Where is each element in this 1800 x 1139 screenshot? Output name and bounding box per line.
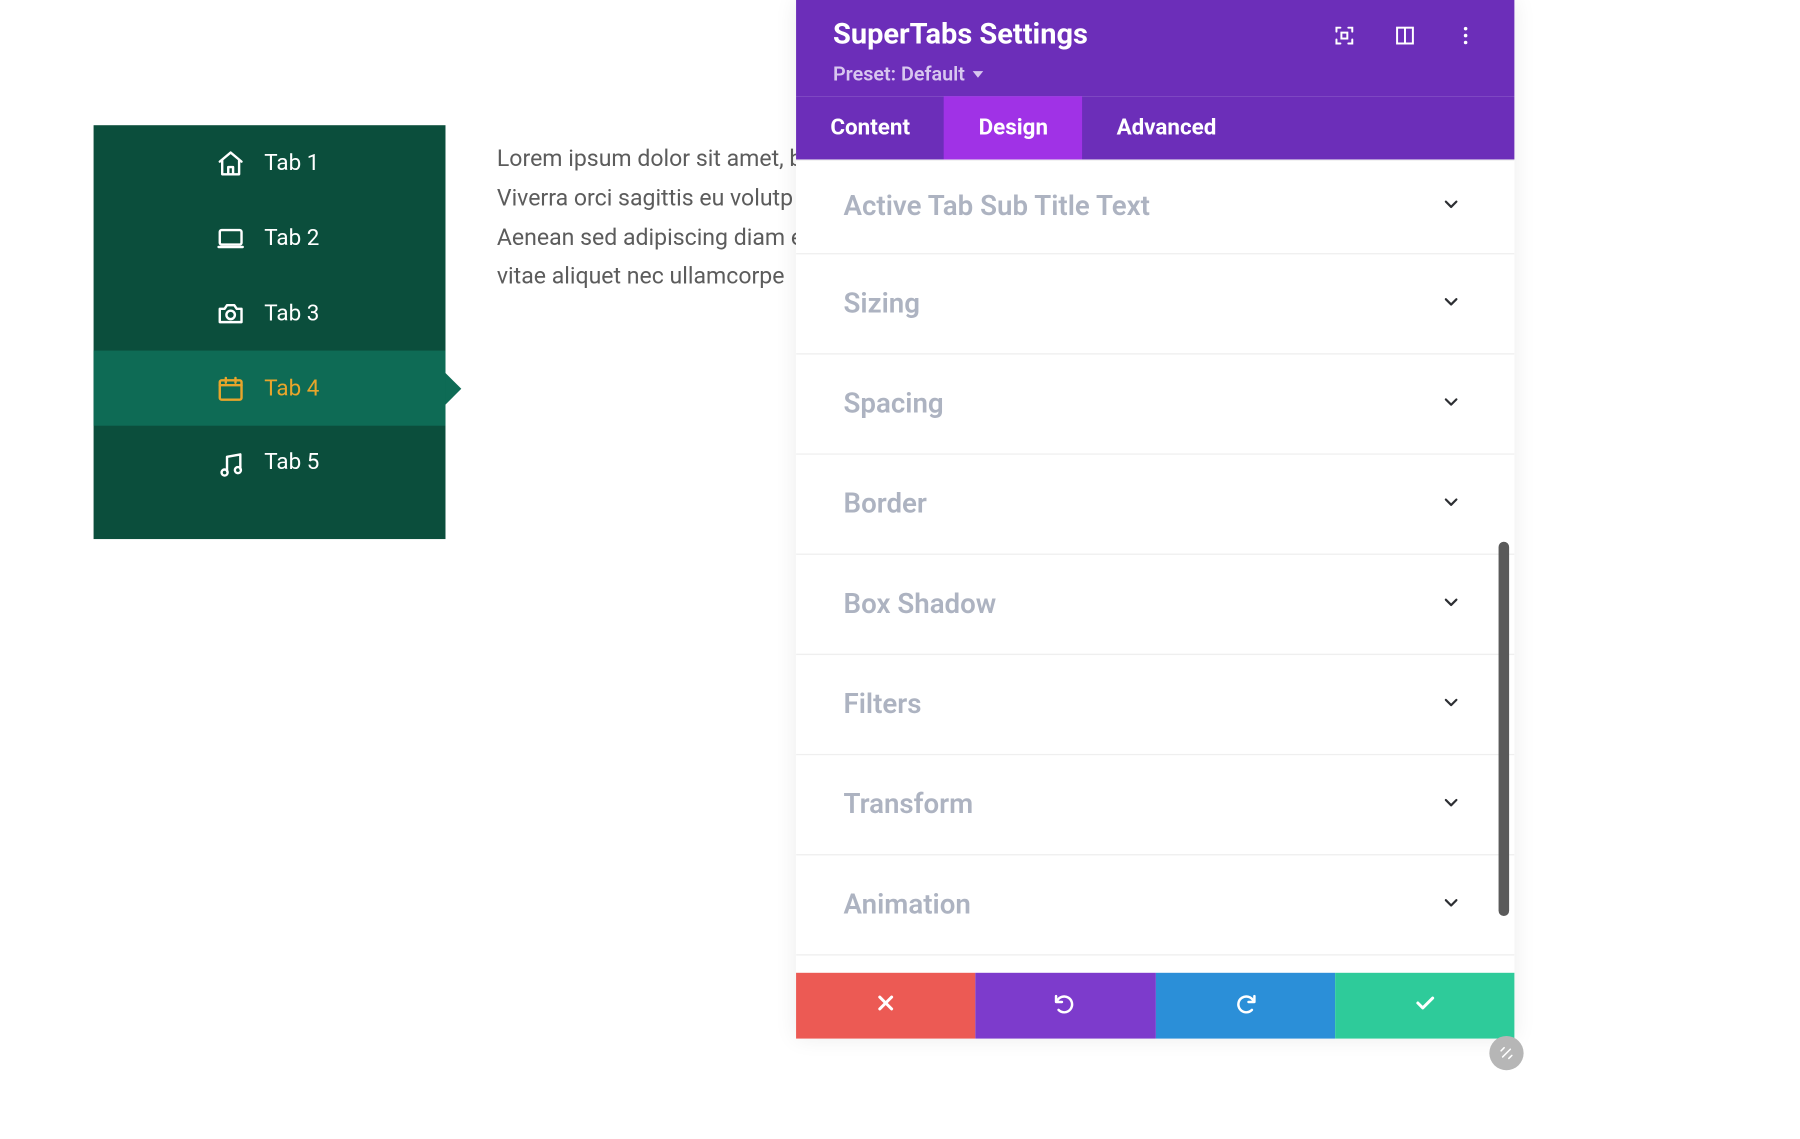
home-icon: [214, 147, 246, 179]
section-animation[interactable]: Animation: [796, 855, 1514, 955]
chevron-down-icon: [1441, 892, 1462, 918]
tab-advanced[interactable]: Advanced: [1082, 96, 1250, 159]
tab-5[interactable]: Tab 5: [94, 426, 446, 539]
modal-tab-bar: Content Design Advanced: [796, 96, 1514, 159]
section-box-shadow[interactable]: Box Shadow: [796, 555, 1514, 655]
undo-button[interactable]: [976, 973, 1156, 1039]
cancel-button[interactable]: [796, 973, 976, 1039]
section-transform[interactable]: Transform: [796, 755, 1514, 855]
modal-header: SuperTabs Settings Preset: Default: [796, 0, 1514, 96]
modal-footer: [796, 973, 1514, 1039]
calendar-icon: [214, 372, 246, 404]
modal-header-actions: [1332, 23, 1477, 47]
undo-icon: [1054, 991, 1078, 1020]
music-icon: [214, 449, 246, 481]
caret-down-icon: [973, 71, 984, 78]
preset-label: Preset: Default: [833, 62, 965, 86]
supertabs-widget: Tab 1 Tab 2 Tab 3 Tab 4: [94, 125, 446, 539]
tab-2[interactable]: Tab 2: [94, 200, 446, 275]
tab-label: Tab 5: [264, 449, 325, 475]
section-spacing[interactable]: Spacing: [796, 355, 1514, 455]
chevron-down-icon: [1441, 491, 1462, 517]
tab-design[interactable]: Design: [944, 96, 1082, 159]
tab-label: Tab 2: [264, 225, 325, 251]
chevron-down-icon: [1441, 591, 1462, 617]
resize-handle[interactable]: [1489, 1036, 1523, 1070]
tab-label: Tab 1: [264, 150, 325, 176]
redo-icon: [1233, 991, 1257, 1020]
chevron-down-icon: [1441, 291, 1462, 317]
chevron-down-icon: [1441, 391, 1462, 417]
columns-icon[interactable]: [1393, 23, 1417, 47]
modal-title: SuperTabs Settings: [833, 18, 1088, 51]
section-label: Active Tab Sub Title Text: [844, 191, 1150, 223]
close-icon: [874, 991, 898, 1020]
expand-icon[interactable]: [1332, 23, 1356, 47]
section-label: Box Shadow: [844, 588, 997, 620]
redo-button[interactable]: [1155, 973, 1335, 1039]
kebab-menu-icon[interactable]: [1454, 23, 1478, 47]
chevron-down-icon: [1441, 791, 1462, 817]
section-label: Sizing: [844, 288, 920, 320]
section-label: Spacing: [844, 388, 944, 420]
section-label: Filters: [844, 689, 922, 721]
check-icon: [1413, 991, 1437, 1020]
section-label: Border: [844, 488, 927, 520]
scrollbar-thumb[interactable]: [1499, 542, 1510, 916]
chevron-down-icon: [1441, 691, 1462, 717]
section-label: Transform: [844, 789, 974, 821]
section-label: Animation: [844, 889, 971, 921]
tab-label: Tab 3: [264, 300, 325, 326]
laptop-icon: [214, 222, 246, 254]
chevron-down-icon: [1441, 194, 1462, 220]
tab-4[interactable]: Tab 4: [94, 351, 446, 426]
preset-selector[interactable]: Preset: Default: [833, 62, 983, 86]
section-sizing[interactable]: Sizing: [796, 254, 1514, 354]
section-border[interactable]: Border: [796, 455, 1514, 555]
modal-body[interactable]: Active Tab Sub Title Text Sizing Spacing…: [796, 159, 1514, 972]
settings-modal: SuperTabs Settings Preset: Default: [796, 0, 1514, 1039]
save-button[interactable]: [1335, 973, 1515, 1039]
camera-icon: [214, 297, 246, 329]
tab-3[interactable]: Tab 3: [94, 275, 446, 350]
section-active-tab-sub-title-text[interactable]: Active Tab Sub Title Text: [796, 159, 1514, 254]
section-filters[interactable]: Filters: [796, 655, 1514, 755]
tab-1[interactable]: Tab 1: [94, 125, 446, 200]
tab-content[interactable]: Content: [796, 96, 944, 159]
tab-label: Tab 4: [264, 375, 325, 401]
